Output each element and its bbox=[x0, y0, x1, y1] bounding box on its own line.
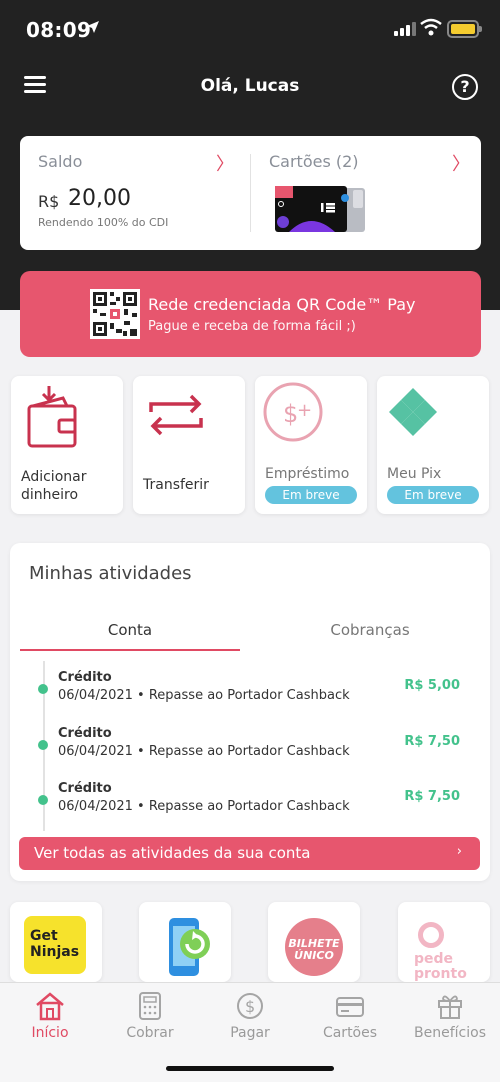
transfer-button[interactable]: Transferir bbox=[133, 376, 245, 514]
activities-title: Minhas atividades bbox=[29, 563, 192, 584]
tab-account[interactable]: Conta bbox=[20, 621, 240, 639]
add-money-button[interactable]: Adicionar dinheiro bbox=[11, 376, 123, 514]
balance-card: Saldo 〉 R$ 20,00 Rendendo 100% do CDI Ca… bbox=[20, 136, 481, 250]
balance-currency: R$ bbox=[38, 192, 60, 211]
pede-line1: pede bbox=[414, 951, 454, 967]
bilhete-unico-logo: BILHETE ÚNICO bbox=[285, 918, 343, 976]
qr-banner-title: Rede credenciada QR Code™ Pay bbox=[148, 295, 416, 314]
qr-code-icon bbox=[90, 289, 140, 339]
divider bbox=[250, 154, 251, 232]
chevron-right-icon: › bbox=[456, 844, 462, 859]
activity-type: Crédito bbox=[58, 726, 112, 741]
partner-bilhete-unico[interactable]: BILHETE ÚNICO bbox=[268, 902, 360, 982]
wallet-icon bbox=[27, 386, 77, 448]
getninjas-line1: Get bbox=[30, 928, 58, 944]
nav-pay[interactable]: $ Pagar bbox=[200, 991, 300, 1041]
activity-amount: R$ 7,50 bbox=[404, 734, 460, 749]
transfer-label: Transferir bbox=[143, 477, 209, 493]
status-time: 08:09 bbox=[26, 18, 92, 42]
activity-amount: R$ 5,00 bbox=[404, 678, 460, 693]
balance-label: Saldo bbox=[38, 152, 83, 171]
activity-type: Crédito bbox=[58, 781, 112, 796]
nav-benefits-label: Benefícios bbox=[414, 1025, 486, 1041]
balance-subtitle: Rendendo 100% do CDI bbox=[38, 216, 169, 229]
coming-soon-badge: Em breve bbox=[265, 486, 357, 504]
activity-type: Crédito bbox=[58, 670, 112, 685]
credit-dot-icon bbox=[38, 684, 48, 694]
pede-pronto-logo: pede pronto bbox=[414, 922, 467, 982]
cards-label: Cartões (2) bbox=[269, 152, 359, 171]
calculator-icon bbox=[139, 992, 161, 1020]
nav-pay-label: Pagar bbox=[230, 1025, 270, 1041]
home-indicator bbox=[166, 1066, 334, 1071]
nav-home[interactable]: Início bbox=[0, 991, 100, 1041]
credit-card-thumbnail-icon bbox=[275, 186, 365, 232]
card-icon bbox=[336, 997, 364, 1017]
qr-code-pay-banner[interactable]: Rede credenciada QR Code™ Pay Pague e re… bbox=[20, 271, 481, 357]
home-icon bbox=[36, 992, 64, 1021]
see-all-label: Ver todas as atividades da sua conta bbox=[34, 844, 311, 862]
see-all-activities-button[interactable]: Ver todas as atividades da sua conta › bbox=[19, 837, 480, 870]
add-money-label: Adicionar dinheiro bbox=[21, 469, 87, 503]
location-arrow-icon bbox=[87, 21, 99, 33]
active-tab-indicator bbox=[20, 649, 240, 651]
transfer-arrows-icon bbox=[149, 394, 203, 436]
pix-button[interactable]: Meu Pix Em breve bbox=[377, 376, 489, 514]
coming-soon-badge: Em breve bbox=[387, 486, 479, 504]
credit-dot-icon bbox=[38, 740, 48, 750]
greeting-title: Olá, Lucas bbox=[200, 76, 300, 96]
partner-getninjas[interactable]: Get Ninjas bbox=[10, 902, 102, 982]
status-bar: 08:09 bbox=[0, 0, 500, 60]
wifi-icon bbox=[420, 18, 442, 36]
nav-cards-label: Cartões bbox=[322, 1025, 378, 1041]
bilhete-line2: ÚNICO bbox=[294, 949, 334, 962]
activity-description: 06/04/2021 • Repasse ao Portador Cashbac… bbox=[58, 799, 350, 814]
pix-icon bbox=[389, 388, 437, 436]
activity-description: 06/04/2021 • Repasse ao Portador Cashbac… bbox=[58, 688, 350, 703]
getninjas-line2: Ninjas bbox=[30, 944, 80, 960]
phone-recharge-icon bbox=[169, 918, 210, 976]
nav-charge-label: Cobrar bbox=[126, 1025, 174, 1041]
nav-benefits[interactable]: Benefícios bbox=[400, 991, 500, 1041]
cellular-signal-icon bbox=[394, 22, 416, 36]
tab-charges[interactable]: Cobranças bbox=[260, 621, 480, 639]
loan-icon: $ + bbox=[263, 382, 323, 442]
gift-icon bbox=[438, 995, 462, 1019]
partner-recharge[interactable] bbox=[139, 902, 231, 982]
svg-text:$: $ bbox=[283, 400, 298, 428]
getninjas-logo: Get Ninjas bbox=[24, 916, 86, 974]
credit-dot-icon bbox=[38, 795, 48, 805]
help-icon[interactable]: ? bbox=[452, 74, 478, 100]
balance-chevron-icon: 〉 bbox=[216, 154, 234, 175]
partner-pede-pronto[interactable]: pede pronto bbox=[398, 902, 490, 982]
pede-line2: pronto bbox=[414, 966, 467, 982]
add-money-label: Adicionar dinheiro bbox=[21, 468, 86, 504]
nav-cards[interactable]: Cartões bbox=[300, 991, 400, 1041]
loan-label: Empréstimo bbox=[265, 466, 350, 482]
cards-chevron-icon: 〉 bbox=[452, 154, 470, 175]
activities-card: Minhas atividades Conta Cobranças Crédit… bbox=[10, 543, 490, 881]
activity-item[interactable]: Crédito 06/04/2021 • Repasse ao Portador… bbox=[10, 720, 490, 768]
activity-description: 06/04/2021 • Repasse ao Portador Cashbac… bbox=[58, 744, 350, 759]
activity-item[interactable]: Crédito 06/04/2021 • Repasse ao Portador… bbox=[10, 664, 490, 712]
nav-charge[interactable]: Cobrar bbox=[100, 991, 200, 1041]
qr-banner-subtitle: Pague e receba de forma fácil ;) bbox=[148, 319, 356, 334]
dollar-circle-icon: $ bbox=[237, 993, 263, 1019]
svg-text:$: $ bbox=[245, 997, 255, 1016]
activity-item[interactable]: Crédito 06/04/2021 • Repasse ao Portador… bbox=[10, 775, 490, 823]
loan-button[interactable]: $ + Empréstimo Em breve bbox=[255, 376, 367, 514]
nav-home-label: Início bbox=[31, 1025, 69, 1041]
balance-value: 20,00 bbox=[68, 186, 131, 211]
activity-amount: R$ 7,50 bbox=[404, 789, 460, 804]
pix-label: Meu Pix bbox=[387, 466, 442, 482]
battery-icon bbox=[447, 20, 482, 38]
svg-text:+: + bbox=[297, 400, 312, 421]
